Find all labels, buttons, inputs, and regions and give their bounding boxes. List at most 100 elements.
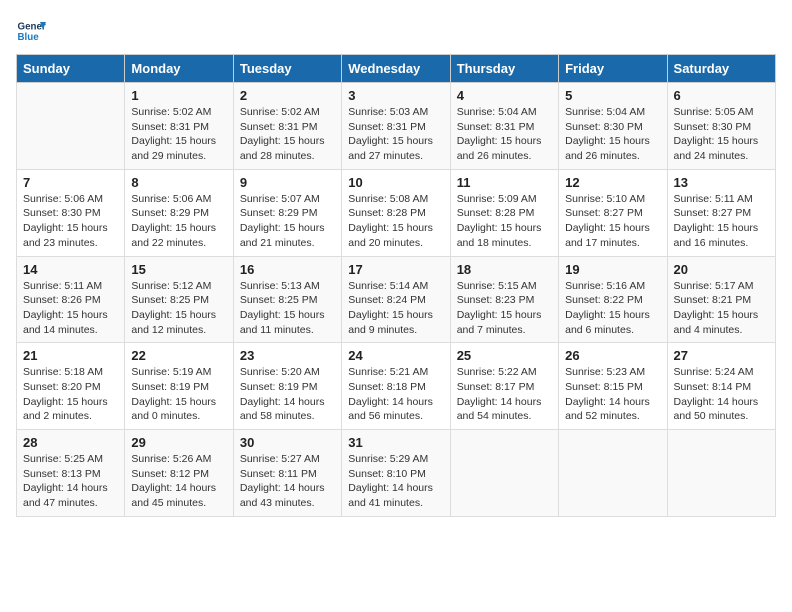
- day-number: 7: [23, 175, 118, 190]
- day-info: Sunrise: 5:05 AM Sunset: 8:30 PM Dayligh…: [674, 105, 769, 164]
- day-info: Sunrise: 5:27 AM Sunset: 8:11 PM Dayligh…: [240, 452, 335, 511]
- day-number: 29: [131, 435, 226, 450]
- calendar-cell: 14Sunrise: 5:11 AM Sunset: 8:26 PM Dayli…: [17, 256, 125, 343]
- calendar-week-row: 14Sunrise: 5:11 AM Sunset: 8:26 PM Dayli…: [17, 256, 776, 343]
- day-number: 15: [131, 262, 226, 277]
- day-info: Sunrise: 5:08 AM Sunset: 8:28 PM Dayligh…: [348, 192, 443, 251]
- day-number: 28: [23, 435, 118, 450]
- day-number: 13: [674, 175, 769, 190]
- day-info: Sunrise: 5:23 AM Sunset: 8:15 PM Dayligh…: [565, 365, 660, 424]
- calendar-table: SundayMondayTuesdayWednesdayThursdayFrid…: [16, 54, 776, 517]
- calendar-cell: 15 Sunrise: 5:12 AM Sunset: 8:25 PM Dayli…: [125, 256, 233, 343]
- logo-icon: General Blue: [16, 16, 46, 46]
- day-number: 10: [348, 175, 443, 190]
- calendar-cell: 25 Sunrise: 5:22 AM Sunset: 8:17 PM Dayli…: [450, 343, 558, 430]
- day-number: 27: [674, 348, 769, 363]
- day-number: 24: [348, 348, 443, 363]
- calendar-cell: 23Sunrise: 5:20 AM Sunset: 8:19 PM Dayli…: [233, 343, 341, 430]
- day-header: Saturday: [667, 55, 775, 83]
- day-header: Monday: [125, 55, 233, 83]
- calendar-cell: 9Sunrise: 5:07 AM Sunset: 8:29 PM Daylig…: [233, 169, 341, 256]
- calendar-week-row: 1 Sunrise: 5:02 AM Sunset: 8:31 PM Daylig…: [17, 83, 776, 170]
- day-number: 21: [23, 348, 118, 363]
- day-info: Sunrise: 5:17 AM Sunset: 8:21 PM Dayligh…: [674, 279, 769, 338]
- calendar-cell: 17Sunrise: 5:14 AM Sunset: 8:24 PM Dayli…: [342, 256, 450, 343]
- day-info: Sunrise: 5:09 AM Sunset: 8:28 PM Dayligh…: [457, 192, 552, 251]
- day-number: 12: [565, 175, 660, 190]
- calendar-cell: 6Sunrise: 5:05 AM Sunset: 8:30 PM Daylig…: [667, 83, 775, 170]
- day-number: 31: [348, 435, 443, 450]
- calendar-cell: 2Sunrise: 5:02 AM Sunset: 8:31 PM Daylig…: [233, 83, 341, 170]
- calendar-cell: 28 Sunrise: 5:25 AM Sunset: 8:13 PM Dayli…: [17, 430, 125, 517]
- day-info: Sunrise: 5:14 AM Sunset: 8:24 PM Dayligh…: [348, 279, 443, 338]
- calendar-cell: 10 Sunrise: 5:08 AM Sunset: 8:28 PM Dayli…: [342, 169, 450, 256]
- calendar-cell: 5Sunrise: 5:04 AM Sunset: 8:30 PM Daylig…: [559, 83, 667, 170]
- day-info: Sunrise: 5:06 AM Sunset: 8:29 PM Dayligh…: [131, 192, 226, 251]
- day-header: Wednesday: [342, 55, 450, 83]
- calendar-cell: 1 Sunrise: 5:02 AM Sunset: 8:31 PM Daylig…: [125, 83, 233, 170]
- calendar-cell: 4Sunrise: 5:04 AM Sunset: 8:31 PM Daylig…: [450, 83, 558, 170]
- day-info: Sunrise: 5:21 AM Sunset: 8:18 PM Dayligh…: [348, 365, 443, 424]
- calendar-cell: 24 Sunrise: 5:21 AM Sunset: 8:18 PM Dayli…: [342, 343, 450, 430]
- calendar-week-row: 28 Sunrise: 5:25 AM Sunset: 8:13 PM Dayli…: [17, 430, 776, 517]
- day-info: Sunrise: 5:12 AM Sunset: 8:25 PM Dayligh…: [131, 279, 226, 338]
- calendar-cell: 21 Sunrise: 5:18 AM Sunset: 8:20 PM Dayli…: [17, 343, 125, 430]
- day-number: 26: [565, 348, 660, 363]
- calendar-cell: 27 Sunrise: 5:24 AM Sunset: 8:14 PM Dayli…: [667, 343, 775, 430]
- calendar-header: SundayMondayTuesdayWednesdayThursdayFrid…: [17, 55, 776, 83]
- calendar-cell: 31Sunrise: 5:29 AM Sunset: 8:10 PM Dayli…: [342, 430, 450, 517]
- day-info: Sunrise: 5:02 AM Sunset: 8:31 PM Dayligh…: [131, 105, 226, 164]
- day-number: 4: [457, 88, 552, 103]
- calendar-cell: 7 Sunrise: 5:06 AM Sunset: 8:30 PM Daylig…: [17, 169, 125, 256]
- day-info: Sunrise: 5:11 AM Sunset: 8:27 PM Dayligh…: [674, 192, 769, 251]
- day-header: Thursday: [450, 55, 558, 83]
- day-info: Sunrise: 5:07 AM Sunset: 8:29 PM Dayligh…: [240, 192, 335, 251]
- day-number: 22: [131, 348, 226, 363]
- calendar-cell: 3 Sunrise: 5:03 AM Sunset: 8:31 PM Daylig…: [342, 83, 450, 170]
- day-info: Sunrise: 5:19 AM Sunset: 8:19 PM Dayligh…: [131, 365, 226, 424]
- day-info: Sunrise: 5:25 AM Sunset: 8:13 PM Dayligh…: [23, 452, 118, 511]
- day-info: Sunrise: 5:10 AM Sunset: 8:27 PM Dayligh…: [565, 192, 660, 251]
- day-number: 8: [131, 175, 226, 190]
- calendar-cell: 26 Sunrise: 5:23 AM Sunset: 8:15 PM Dayli…: [559, 343, 667, 430]
- day-number: 3: [348, 88, 443, 103]
- calendar-cell: 13 Sunrise: 5:11 AM Sunset: 8:27 PM Dayli…: [667, 169, 775, 256]
- calendar-cell: 16Sunrise: 5:13 AM Sunset: 8:25 PM Dayli…: [233, 256, 341, 343]
- day-header: Sunday: [17, 55, 125, 83]
- day-info: Sunrise: 5:11 AM Sunset: 8:26 PM Dayligh…: [23, 279, 118, 338]
- calendar-cell: 20 Sunrise: 5:17 AM Sunset: 8:21 PM Dayli…: [667, 256, 775, 343]
- day-number: 11: [457, 175, 552, 190]
- day-number: 25: [457, 348, 552, 363]
- day-info: Sunrise: 5:24 AM Sunset: 8:14 PM Dayligh…: [674, 365, 769, 424]
- calendar-cell: [450, 430, 558, 517]
- day-number: 18: [457, 262, 552, 277]
- day-info: Sunrise: 5:06 AM Sunset: 8:30 PM Dayligh…: [23, 192, 118, 251]
- logo: General Blue: [16, 16, 46, 46]
- calendar-cell: [17, 83, 125, 170]
- calendar-cell: 8 Sunrise: 5:06 AM Sunset: 8:29 PM Daylig…: [125, 169, 233, 256]
- calendar-body: 1 Sunrise: 5:02 AM Sunset: 8:31 PM Daylig…: [17, 83, 776, 517]
- day-number: 20: [674, 262, 769, 277]
- calendar-week-row: 7 Sunrise: 5:06 AM Sunset: 8:30 PM Daylig…: [17, 169, 776, 256]
- day-number: 19: [565, 262, 660, 277]
- day-info: Sunrise: 5:22 AM Sunset: 8:17 PM Dayligh…: [457, 365, 552, 424]
- svg-text:Blue: Blue: [18, 32, 40, 43]
- day-info: Sunrise: 5:03 AM Sunset: 8:31 PM Dayligh…: [348, 105, 443, 164]
- calendar-cell: [559, 430, 667, 517]
- day-number: 5: [565, 88, 660, 103]
- calendar-cell: 30 Sunrise: 5:27 AM Sunset: 8:11 PM Dayli…: [233, 430, 341, 517]
- day-number: 2: [240, 88, 335, 103]
- day-info: Sunrise: 5:13 AM Sunset: 8:25 PM Dayligh…: [240, 279, 335, 338]
- calendar-cell: 19Sunrise: 5:16 AM Sunset: 8:22 PM Dayli…: [559, 256, 667, 343]
- day-info: Sunrise: 5:18 AM Sunset: 8:20 PM Dayligh…: [23, 365, 118, 424]
- calendar-cell: 18 Sunrise: 5:15 AM Sunset: 8:23 PM Dayli…: [450, 256, 558, 343]
- day-number: 30: [240, 435, 335, 450]
- day-info: Sunrise: 5:15 AM Sunset: 8:23 PM Dayligh…: [457, 279, 552, 338]
- day-number: 1: [131, 88, 226, 103]
- calendar-cell: 11 Sunrise: 5:09 AM Sunset: 8:28 PM Dayli…: [450, 169, 558, 256]
- calendar-cell: 12 Sunrise: 5:10 AM Sunset: 8:27 PM Dayli…: [559, 169, 667, 256]
- day-header: Friday: [559, 55, 667, 83]
- calendar-week-row: 21 Sunrise: 5:18 AM Sunset: 8:20 PM Dayli…: [17, 343, 776, 430]
- calendar-cell: 29Sunrise: 5:26 AM Sunset: 8:12 PM Dayli…: [125, 430, 233, 517]
- calendar-cell: [667, 430, 775, 517]
